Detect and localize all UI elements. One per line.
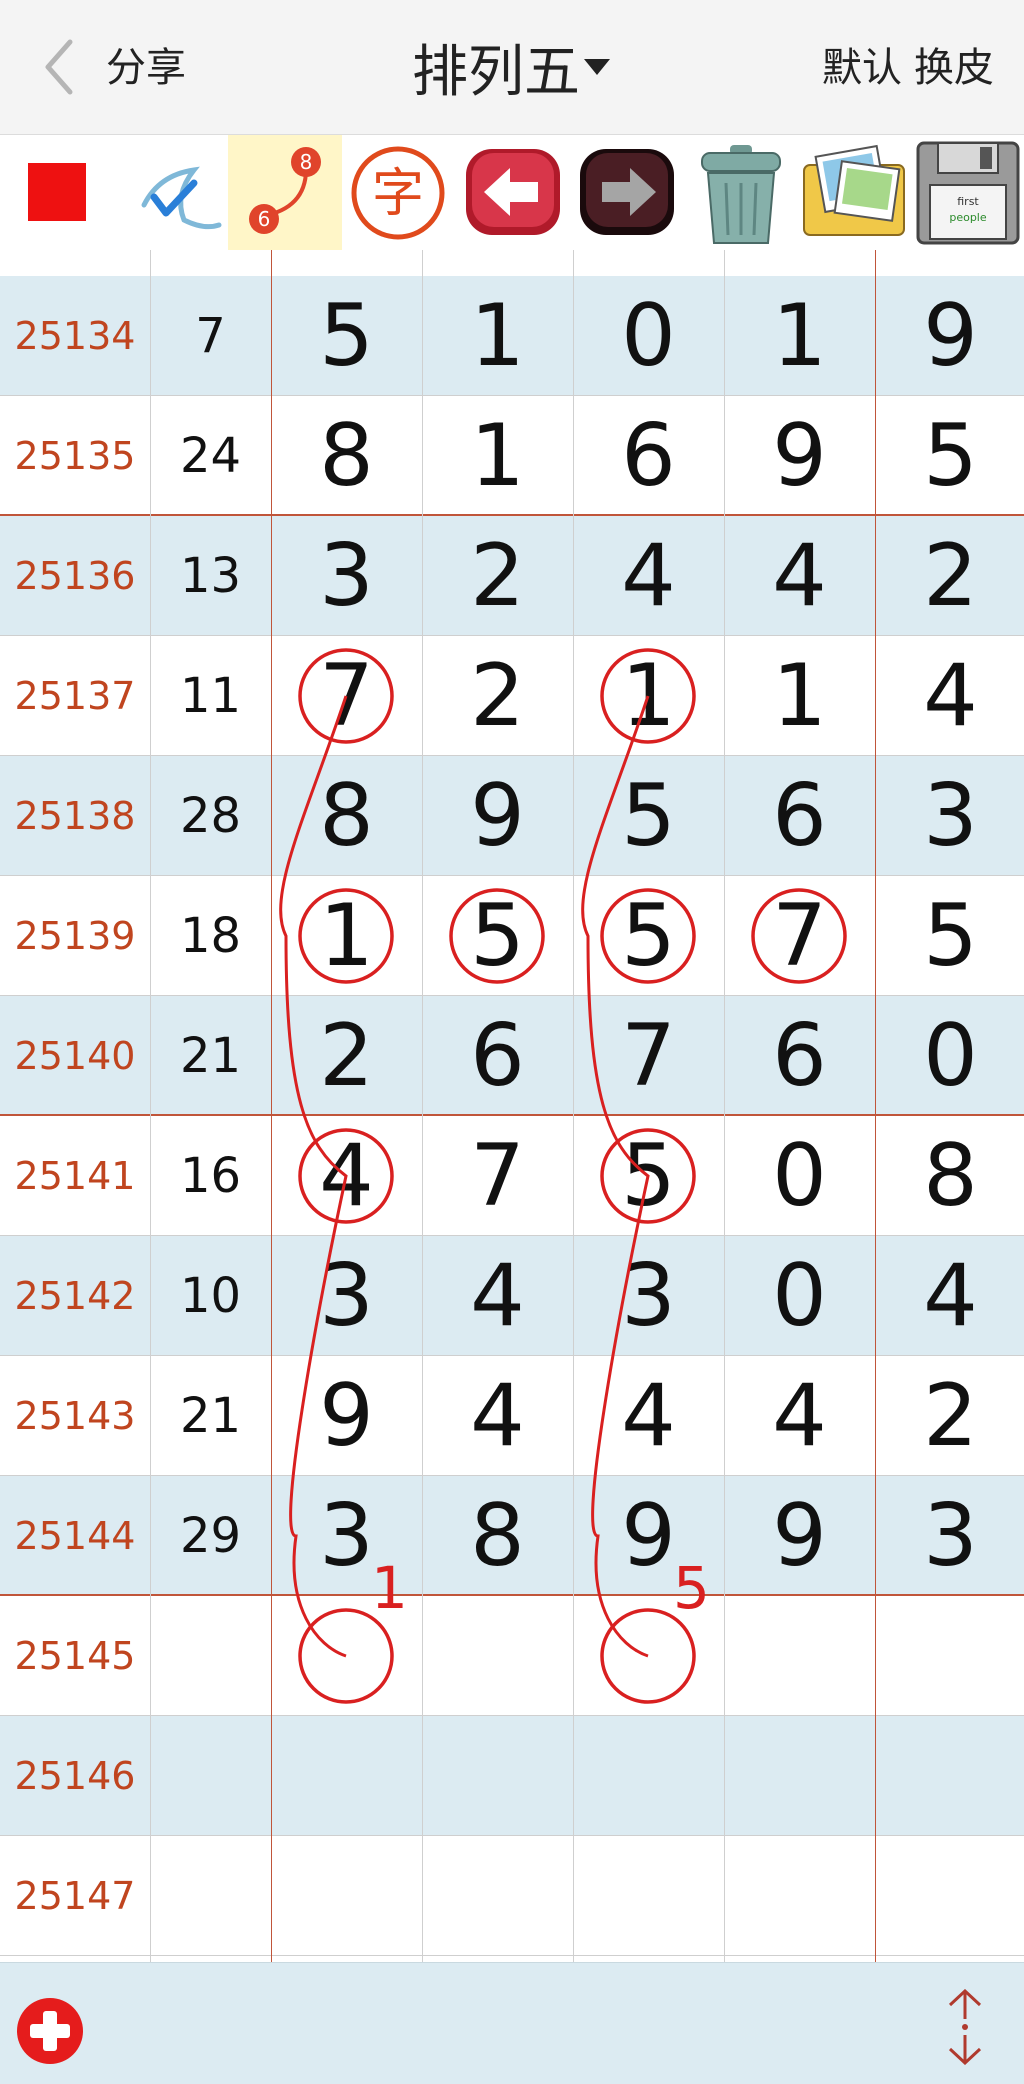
annotation-circle (449, 888, 545, 984)
prediction-number: 1 (371, 1554, 408, 1622)
save-tool[interactable]: first people (912, 135, 1024, 250)
undo-arrow-icon (466, 149, 560, 235)
trend-curve (581, 695, 650, 1658)
undo-tool[interactable] (456, 135, 570, 250)
clear-tool[interactable] (684, 135, 798, 250)
dropdown-caret-icon (584, 59, 610, 75)
link-numbers-icon: 8 6 (249, 147, 321, 234)
color-picker-tool[interactable] (0, 135, 114, 250)
trend-curve (279, 695, 348, 1658)
page-title: 排列五 (412, 39, 580, 105)
redo-arrow-icon (580, 149, 674, 235)
floppy-label-line1: first (957, 195, 979, 208)
badge-top: 8 (300, 150, 313, 174)
text-char: 字 (372, 164, 424, 224)
check-pen-icon (141, 166, 222, 230)
photo-album-icon (803, 144, 905, 236)
redo-tool[interactable] (570, 135, 684, 250)
top-bar: 分享 排列五 默认 换皮 (0, 0, 1024, 135)
drawing-toolbar: 8 6 字 first people (0, 135, 1024, 250)
bottom-bar (0, 1962, 1024, 2084)
annotation-circle (600, 888, 696, 984)
default-button[interactable]: 默认 (822, 40, 902, 96)
link-line-tool[interactable]: 8 6 (228, 135, 342, 250)
scroll-up-down-icon[interactable] (944, 1989, 986, 2065)
lottery-type-selector[interactable]: 排列五 (412, 30, 610, 105)
change-skin-button[interactable]: 换皮 (914, 40, 994, 96)
share-button[interactable]: 分享 (106, 40, 186, 96)
annotation-overlay: 15 (279, 648, 847, 1704)
annotation-circle (298, 888, 394, 984)
floppy-label-line2: people (949, 211, 987, 224)
trash-can-icon (701, 145, 781, 244)
mark-tool[interactable] (114, 135, 228, 250)
text-tool[interactable]: 字 (342, 135, 456, 250)
background-image-tool[interactable] (798, 135, 912, 250)
annotation-circle (751, 888, 847, 984)
red-square-icon (28, 163, 86, 221)
floppy-save-icon: first people (916, 141, 1020, 245)
add-plus-icon[interactable] (14, 1995, 86, 2067)
badge-bottom: 6 (258, 207, 271, 231)
text-char-icon: 字 (351, 146, 445, 240)
back-chevron-icon[interactable] (40, 38, 80, 96)
draw-history-table[interactable]: 25134 7 5 1 0 1 9 25135 24 8 1 6 9 5 25136 13 3 2 4 4 2 25137… (0, 250, 1024, 1962)
prediction-number: 5 (673, 1554, 710, 1622)
